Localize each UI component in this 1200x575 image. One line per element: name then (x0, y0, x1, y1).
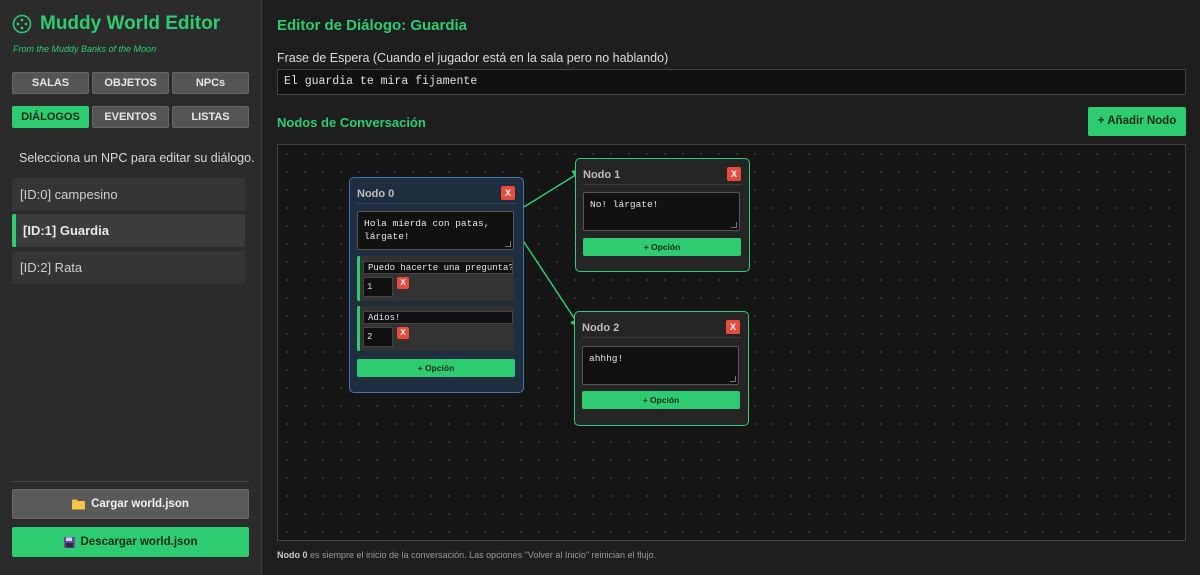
footer-note-bold: Nodo 0 (277, 550, 308, 560)
npc-item-guardia[interactable]: [ID:1] Guardia (12, 214, 245, 247)
dialog-option-2: Adios! 2 X (357, 306, 514, 351)
nav-listas-button[interactable]: LISTAS (172, 106, 249, 128)
download-world-label: Descargar world.json (80, 536, 198, 548)
node-text-input[interactable]: No! lárgate! (583, 192, 740, 231)
sidebar-hint: Selecciona un NPC para editar su diálogo… (19, 151, 255, 165)
npc-item-campesino[interactable]: [ID:0] campesino (12, 178, 245, 211)
load-world-button[interactable]: Cargar world.json (12, 489, 249, 519)
node-text-input[interactable]: Hola mierda con patas, lárgate! (357, 211, 514, 250)
link-node0-to-node1 (523, 169, 585, 208)
delete-option-button[interactable]: X (397, 277, 409, 289)
node-text-line: No! lárgate! (590, 199, 659, 210)
app-title: Muddy World Editor (12, 13, 220, 35)
node-text-line: Hola mierda con patas, (364, 218, 490, 229)
nav-salas-button[interactable]: SALAS (12, 72, 89, 94)
add-option-button[interactable]: + Opción (582, 391, 740, 409)
option-text-input[interactable]: Puedo hacerte una pregunta? (363, 261, 513, 274)
download-world-button[interactable]: Descargar world.json (12, 527, 249, 557)
nav-dialogos-button[interactable]: DIÁLOGOS (12, 106, 89, 128)
node-text-line: ahhhg! (589, 353, 624, 364)
node-title: Nodo 1 (583, 169, 621, 181)
add-option-button[interactable]: + Opción (357, 359, 515, 377)
idle-phrase-label: Frase de Espera (Cuando el jugador está … (277, 51, 669, 65)
node-header: Nodo 0 X (357, 184, 516, 204)
node-title: Nodo 2 (582, 322, 620, 334)
delete-node-button[interactable]: X (727, 167, 741, 181)
folder-icon (72, 499, 86, 510)
delete-node-button[interactable]: X (501, 186, 515, 200)
gamepad-icon (12, 14, 32, 34)
resize-handle-icon[interactable] (731, 222, 737, 228)
nav-npcs-button[interactable]: NPCs (172, 72, 249, 94)
option-text-input[interactable]: Adios! (363, 311, 513, 324)
node-header: Nodo 1 X (583, 165, 742, 185)
dialog-editor-title: Editor de Diálogo: Guardia (277, 17, 468, 34)
npc-item-rata[interactable]: [ID:2] Rata (12, 251, 245, 284)
add-node-button[interactable]: + Añadir Nodo (1088, 107, 1186, 136)
resize-handle-icon[interactable] (505, 241, 511, 247)
dialog-node-2[interactable]: Nodo 2 X ahhhg! + Opción (574, 311, 749, 426)
delete-option-button[interactable]: X (397, 327, 409, 339)
floppy-disk-icon (63, 536, 75, 548)
sidebar-divider (12, 481, 249, 482)
app-subtitle: From the Muddy Banks of the Moon (13, 44, 157, 54)
dialog-node-1[interactable]: Nodo 1 X No! lárgate! + Opción (575, 158, 750, 272)
load-world-label: Cargar world.json (91, 498, 189, 510)
app-title-text: Muddy World Editor (40, 13, 221, 34)
link-node0-to-node2 (521, 238, 582, 330)
idle-phrase-input[interactable]: El guardia te mira fijamente (277, 69, 1186, 95)
conversation-nodes-title: Nodos de Conversación (277, 115, 426, 130)
delete-node-button[interactable]: X (726, 320, 740, 334)
add-option-button[interactable]: + Opción (583, 238, 741, 256)
nav-eventos-button[interactable]: EVENTOS (92, 106, 169, 128)
node-text-line: lárgate! (364, 231, 410, 242)
footer-note: Nodo 0 es siempre el inicio de la conver… (277, 550, 656, 560)
nav-objetos-button[interactable]: OBJETOS (92, 72, 169, 94)
dialog-option-1: Puedo hacerte una pregunta? 1 X (357, 256, 514, 301)
footer-note-text: es siempre el inicio de la conversación.… (307, 550, 657, 560)
node-header: Nodo 2 X (582, 318, 741, 338)
resize-handle-icon[interactable] (730, 376, 736, 382)
node-canvas[interactable]: Nodo 0 X Hola mierda con patas, lárgate!… (277, 144, 1186, 541)
option-target-input[interactable]: 1 (363, 277, 393, 297)
node-text-input[interactable]: ahhhg! (582, 346, 739, 385)
node-title: Nodo 0 (357, 188, 395, 200)
sidebar: Muddy World Editor From the Muddy Banks … (0, 0, 262, 575)
option-target-input[interactable]: 2 (363, 327, 393, 347)
dialog-node-0[interactable]: Nodo 0 X Hola mierda con patas, lárgate!… (349, 177, 524, 393)
